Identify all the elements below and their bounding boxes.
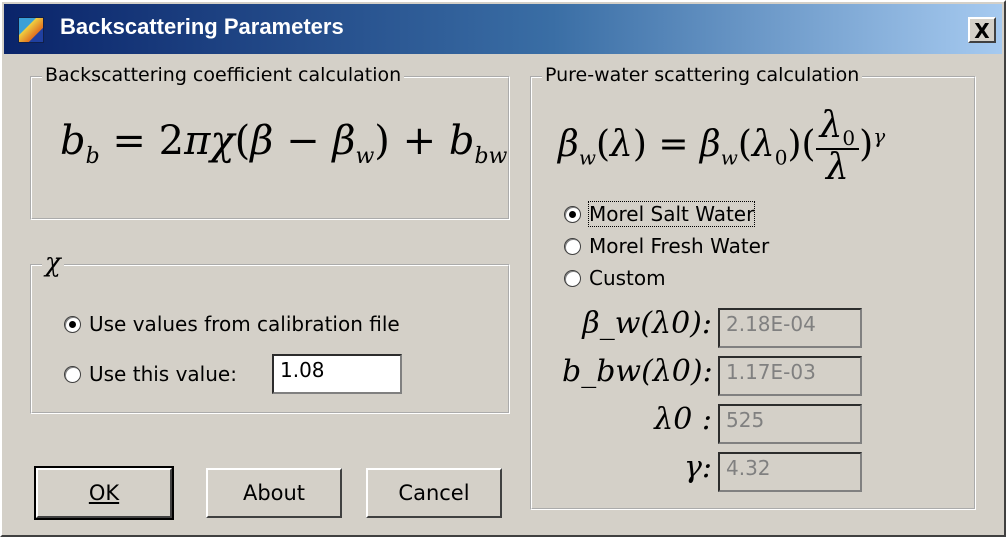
custom-label: Custom (589, 266, 666, 290)
gamma-input[interactable]: 4.32 (718, 452, 862, 492)
use-value-radio[interactable]: Use this value: (64, 362, 237, 386)
bb-calculation-group: Backscattering coefficient calculation b… (30, 64, 510, 220)
radio-unselected-icon (64, 365, 81, 383)
custom-radio[interactable]: Custom (564, 266, 666, 290)
use-value-label: Use this value: (89, 362, 237, 386)
cancel-button-label: Cancel (398, 481, 470, 505)
about-button[interactable]: About (206, 468, 342, 518)
chi-group-title: χ (42, 248, 64, 278)
app-icon (18, 17, 44, 43)
use-calibration-radio[interactable]: Use values from calibration file (64, 312, 400, 336)
morel-fresh-label: Morel Fresh Water (589, 234, 770, 258)
beta-w-input[interactable]: 2.18E-04 (718, 308, 862, 348)
pure-water-group-title: Pure-water scattering calculation (542, 64, 863, 86)
cancel-button[interactable]: Cancel (366, 468, 502, 518)
dialog-window: Backscattering Parameters X Backscatteri… (0, 0, 1006, 537)
lambda0-input[interactable]: 525 (718, 404, 862, 444)
ok-button-label: OK (88, 481, 120, 505)
ok-button[interactable]: OK (34, 466, 174, 520)
morel-fresh-radio[interactable]: Morel Fresh Water (564, 234, 769, 258)
radio-selected-icon (564, 205, 581, 223)
morel-salt-label: Morel Salt Water (587, 201, 756, 227)
radio-unselected-icon (564, 269, 581, 287)
pure-water-equation: βw(λ) = βw(λ0)(λ0 λ)γ (558, 105, 886, 189)
bb-group-title: Backscattering coefficient calculation (42, 64, 405, 86)
title-bar[interactable]: Backscattering Parameters X (4, 4, 1002, 54)
lambda0-label: λ0 : (654, 402, 712, 437)
chi-value-input[interactable]: 1.08 (272, 354, 402, 394)
chi-group: χ Use values from calibration file Use t… (30, 248, 510, 414)
bb-equation: bb = 2πχ(β − βw) + bbw (60, 118, 508, 169)
beta-w-label: β_w(λ0): (582, 306, 712, 341)
window-title: Backscattering Parameters (60, 14, 344, 39)
bbw-label: b_bw(λ0): (562, 354, 713, 389)
radio-unselected-icon (564, 237, 581, 255)
bbw-input[interactable]: 1.17E-03 (718, 356, 862, 396)
gamma-label: γ: (683, 450, 712, 485)
pure-water-group: Pure-water scattering calculation βw(λ) … (530, 64, 976, 510)
close-button[interactable]: X (968, 17, 996, 43)
radio-selected-icon (64, 315, 81, 333)
use-calibration-label: Use values from calibration file (89, 312, 400, 336)
about-button-label: About (242, 481, 306, 505)
morel-salt-radio[interactable]: Morel Salt Water (564, 201, 756, 227)
